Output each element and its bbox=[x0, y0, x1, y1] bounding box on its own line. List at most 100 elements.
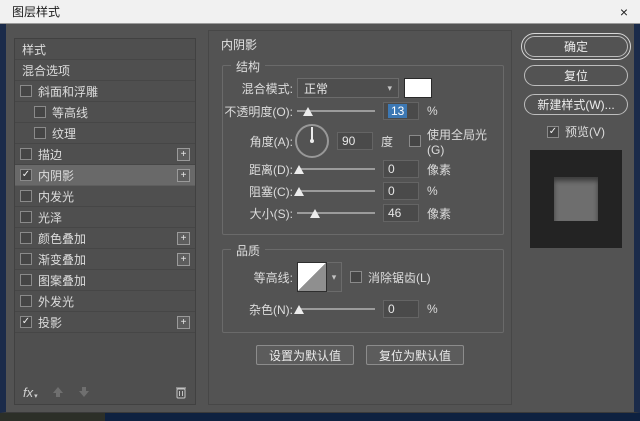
choke-field[interactable]: 0 bbox=[383, 182, 419, 200]
angle-dial[interactable] bbox=[295, 124, 329, 158]
add-effect-icon[interactable]: + bbox=[177, 316, 190, 329]
add-effect-icon[interactable]: + bbox=[177, 148, 190, 161]
slider-track bbox=[297, 168, 375, 170]
style-checkbox[interactable] bbox=[34, 127, 46, 139]
style-checkbox[interactable] bbox=[20, 274, 32, 286]
slider-thumb[interactable] bbox=[310, 209, 320, 218]
slider-thumb[interactable] bbox=[294, 187, 304, 196]
preview-label: 预览(V) bbox=[565, 123, 605, 140]
sidebar-item-9[interactable]: 颜色叠加+ bbox=[15, 228, 195, 249]
background-strip bbox=[0, 413, 640, 421]
make-default-button[interactable]: 设置为默认值 bbox=[256, 345, 354, 365]
slider-track bbox=[297, 308, 375, 310]
size-field[interactable]: 46 bbox=[383, 204, 419, 222]
opacity-field[interactable]: 13 bbox=[383, 102, 419, 120]
opacity-unit: % bbox=[427, 104, 438, 118]
style-checkbox[interactable] bbox=[20, 232, 32, 244]
new-style-button[interactable]: 新建样式(W)... bbox=[524, 94, 628, 115]
style-checkbox[interactable] bbox=[34, 106, 46, 118]
delete-effect-icon[interactable] bbox=[175, 385, 187, 399]
antialias-checkbox[interactable] bbox=[350, 271, 362, 283]
choke-row: 阻塞(C): 0 % bbox=[223, 182, 497, 200]
choke-value: 0 bbox=[388, 184, 395, 198]
slider-thumb[interactable] bbox=[303, 107, 313, 116]
contour-label: 等高线: bbox=[223, 269, 293, 286]
sidebar-item-5[interactable]: 描边 + bbox=[15, 144, 195, 165]
opacity-row: 不透明度(O): 13 % bbox=[223, 102, 497, 120]
add-effect-icon[interactable]: + bbox=[177, 169, 190, 182]
add-effect-icon[interactable]: + bbox=[177, 232, 190, 245]
slider-track bbox=[297, 190, 375, 192]
sidebar-item-label: 样式 bbox=[22, 41, 46, 58]
size-slider[interactable] bbox=[297, 206, 375, 220]
sidebar-item-13[interactable]: 投影+ bbox=[15, 312, 195, 333]
angle-unit: 度 bbox=[381, 133, 393, 150]
contour-dropdown-icon[interactable]: ▾ bbox=[327, 262, 342, 292]
angle-row: 角度(A): 90 度 使用全局光(G) bbox=[223, 124, 497, 158]
sidebar-item-12[interactable]: 外发光 bbox=[15, 291, 195, 312]
inner-shadow-panel: 内阴影 结构 混合模式: 正常 ▾ 不透明度(O): bbox=[208, 30, 512, 405]
sidebar-item-8[interactable]: 光泽 bbox=[15, 207, 195, 228]
sidebar-item-label: 描边 bbox=[38, 146, 62, 163]
style-checkbox[interactable] bbox=[20, 148, 32, 160]
ok-button[interactable]: 确定 bbox=[524, 36, 628, 57]
fx-effects-icon[interactable]: fx bbox=[23, 385, 33, 400]
sidebar-item-label: 等高线 bbox=[52, 104, 88, 121]
choke-slider[interactable] bbox=[297, 184, 375, 198]
angle-center-dot bbox=[310, 139, 314, 143]
sidebar-item-7[interactable]: 内发光 bbox=[15, 186, 195, 207]
global-light-checkbox[interactable] bbox=[409, 135, 421, 147]
contour-row: 等高线: ▾ 消除锯齿(L) bbox=[223, 262, 497, 292]
reset-button[interactable]: 复位 bbox=[524, 65, 628, 86]
styles-list-toolbar: fx▾ bbox=[15, 381, 195, 403]
sidebar-item-11[interactable]: 图案叠加 bbox=[15, 270, 195, 291]
distance-slider[interactable] bbox=[297, 162, 375, 176]
add-effect-icon[interactable]: + bbox=[177, 253, 190, 266]
structure-legend: 结构 bbox=[231, 58, 265, 75]
sidebar-item-10[interactable]: 渐变叠加+ bbox=[15, 249, 195, 270]
distance-field[interactable]: 0 bbox=[383, 160, 419, 178]
choke-unit: % bbox=[427, 184, 438, 198]
blend-mode-select[interactable]: 正常 ▾ bbox=[297, 78, 399, 98]
style-checkbox[interactable] bbox=[20, 211, 32, 223]
sidebar-item-2[interactable]: 斜面和浮雕 bbox=[15, 81, 195, 102]
style-checkbox[interactable] bbox=[20, 295, 32, 307]
sidebar-item-label: 图案叠加 bbox=[38, 272, 86, 289]
move-effect-up-icon[interactable] bbox=[52, 386, 64, 398]
style-preview-thumbnail bbox=[530, 150, 622, 248]
slider-thumb[interactable] bbox=[294, 305, 304, 314]
move-effect-down-icon[interactable] bbox=[78, 386, 90, 398]
choke-label: 阻塞(C): bbox=[223, 183, 293, 200]
slider-thumb[interactable] bbox=[294, 165, 304, 174]
sidebar-item-1[interactable]: 混合选项 bbox=[15, 60, 195, 81]
blend-mode-row: 混合模式: 正常 ▾ bbox=[223, 78, 497, 98]
blend-mode-label: 混合模式: bbox=[223, 80, 293, 97]
noise-row: 杂色(N): 0 % bbox=[223, 300, 497, 318]
size-value: 46 bbox=[388, 206, 401, 220]
sidebar-item-label: 内阴影 bbox=[38, 167, 74, 184]
angle-field[interactable]: 90 bbox=[337, 132, 373, 150]
sidebar-item-3[interactable]: 等高线 bbox=[15, 102, 195, 123]
size-row: 大小(S): 46 像素 bbox=[223, 204, 497, 222]
contour-picker[interactable] bbox=[297, 262, 327, 292]
noise-field[interactable]: 0 bbox=[383, 300, 419, 318]
chevron-down-icon: ▾ bbox=[387, 83, 392, 94]
style-checkbox[interactable] bbox=[20, 190, 32, 202]
reset-default-button[interactable]: 复位为默认值 bbox=[366, 345, 464, 365]
close-icon[interactable]: × bbox=[620, 5, 628, 19]
noise-value: 0 bbox=[388, 302, 395, 316]
shadow-color-swatch[interactable] bbox=[404, 78, 432, 98]
distance-value: 0 bbox=[388, 162, 395, 176]
style-checkbox[interactable] bbox=[20, 169, 32, 181]
sidebar-item-4[interactable]: 纹理 bbox=[15, 123, 195, 144]
style-checkbox[interactable] bbox=[20, 85, 32, 97]
quality-group: 品质 等高线: ▾ 消除锯齿(L) 杂色(N): bbox=[222, 249, 504, 333]
style-checkbox[interactable] bbox=[20, 253, 32, 265]
structure-group: 结构 混合模式: 正常 ▾ 不透明度(O): bbox=[222, 65, 504, 235]
sidebar-item-6[interactable]: 内阴影 + bbox=[15, 165, 195, 186]
preview-checkbox[interactable] bbox=[547, 126, 559, 138]
opacity-slider[interactable] bbox=[297, 104, 375, 118]
sidebar-item-0[interactable]: 样式 bbox=[15, 39, 195, 60]
noise-slider[interactable] bbox=[297, 302, 375, 316]
style-checkbox[interactable] bbox=[20, 316, 32, 328]
